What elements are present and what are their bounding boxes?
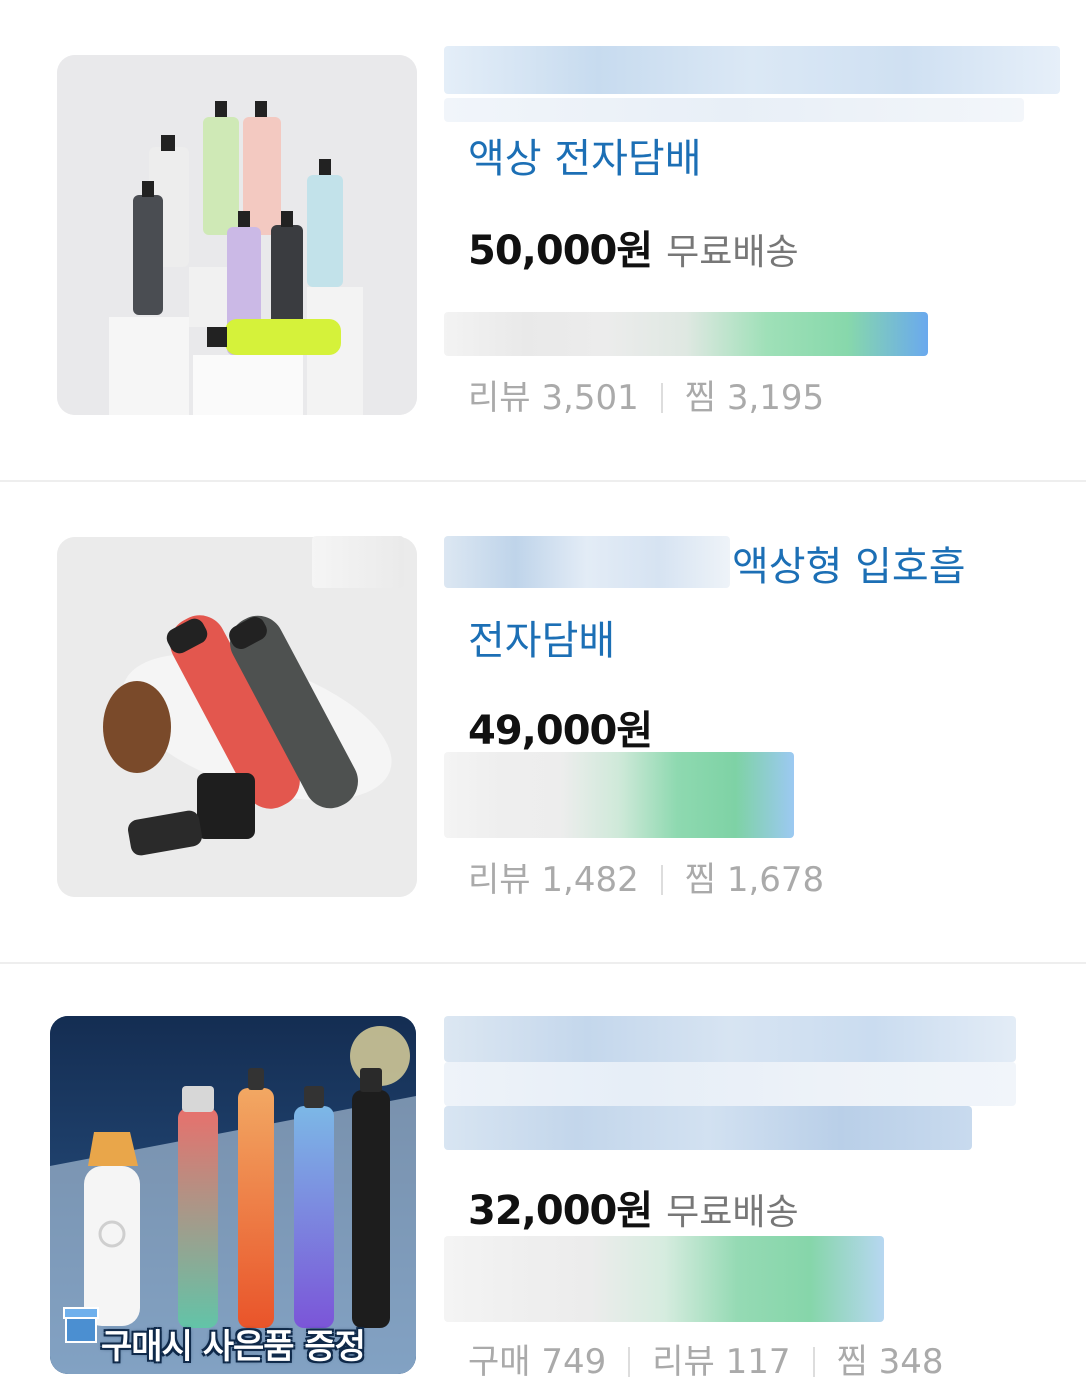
stat-separator bbox=[628, 1347, 631, 1377]
blurred-text bbox=[444, 1106, 972, 1150]
review-count: 3,501 bbox=[541, 378, 639, 418]
review-label: 리뷰 bbox=[652, 1342, 715, 1382]
product-stats: 리뷰 1,482 찜 1,678 bbox=[468, 852, 824, 901]
promo-banner-text: 구매시 사은품 증정 bbox=[101, 1327, 366, 1367]
blurred-text bbox=[444, 1016, 1016, 1062]
wish-label: 찜 bbox=[684, 860, 716, 900]
stat-separator bbox=[812, 1347, 815, 1377]
blurred-text bbox=[444, 536, 730, 588]
blurred-text bbox=[444, 1236, 884, 1322]
pod-device-image bbox=[57, 537, 417, 897]
product-thumbnail[interactable]: 구매시 사은품 증정 bbox=[50, 1016, 416, 1374]
pod-vape-collection-image bbox=[57, 55, 417, 415]
blurred-text bbox=[444, 1062, 1016, 1106]
blurred-text bbox=[444, 46, 1060, 94]
wish-count: 3,195 bbox=[726, 378, 825, 418]
stat-separator bbox=[660, 383, 663, 413]
wish-label: 찜 bbox=[684, 378, 716, 418]
blurred-text bbox=[444, 98, 1024, 122]
product-title[interactable]: 액상 전자담배 bbox=[468, 128, 702, 190]
wish-count: 348 bbox=[878, 1342, 944, 1382]
product-title[interactable]: 액상형 입호흡 bbox=[732, 536, 966, 598]
blurred-text bbox=[312, 536, 404, 588]
product-thumbnail[interactable] bbox=[57, 55, 417, 415]
purchase-label: 구매 bbox=[468, 1342, 531, 1382]
purchase-count: 749 bbox=[541, 1342, 607, 1382]
product-price: 32,000원 bbox=[468, 1188, 653, 1234]
review-count: 1,482 bbox=[541, 860, 639, 900]
review-label: 리뷰 bbox=[468, 860, 531, 900]
product-card[interactable]: 액상 전자담배 50,000원 무료배송 리뷰 3,501 찜 3,195 bbox=[0, 0, 1086, 480]
blurred-text bbox=[444, 312, 928, 356]
product-price: 50,000원 bbox=[468, 228, 653, 274]
blurred-text bbox=[444, 752, 794, 838]
wish-count: 1,678 bbox=[726, 860, 825, 900]
product-card[interactable]: 구매시 사은품 증정 32,000원 무료배송 구매 749 리뷰 117 찜 348 bbox=[0, 964, 1086, 1392]
review-count: 117 bbox=[725, 1342, 791, 1382]
product-card[interactable]: 액상형 입호흡 전자담배 49,000원 리뷰 1,482 찜 1,678 bbox=[0, 482, 1086, 962]
product-stats: 구매 749 리뷰 117 찜 348 bbox=[468, 1334, 944, 1383]
shipping-badge: 무료배송 bbox=[666, 1192, 799, 1233]
stat-separator bbox=[660, 865, 663, 895]
product-title-line2[interactable]: 전자담배 bbox=[468, 610, 615, 672]
shipping-badge: 무료배송 bbox=[666, 232, 799, 273]
product-thumbnail[interactable] bbox=[57, 537, 417, 897]
wish-label: 찜 bbox=[836, 1342, 868, 1382]
product-stats: 리뷰 3,501 찜 3,195 bbox=[468, 370, 824, 419]
review-label: 리뷰 bbox=[468, 378, 531, 418]
product-price: 49,000원 bbox=[468, 708, 653, 754]
